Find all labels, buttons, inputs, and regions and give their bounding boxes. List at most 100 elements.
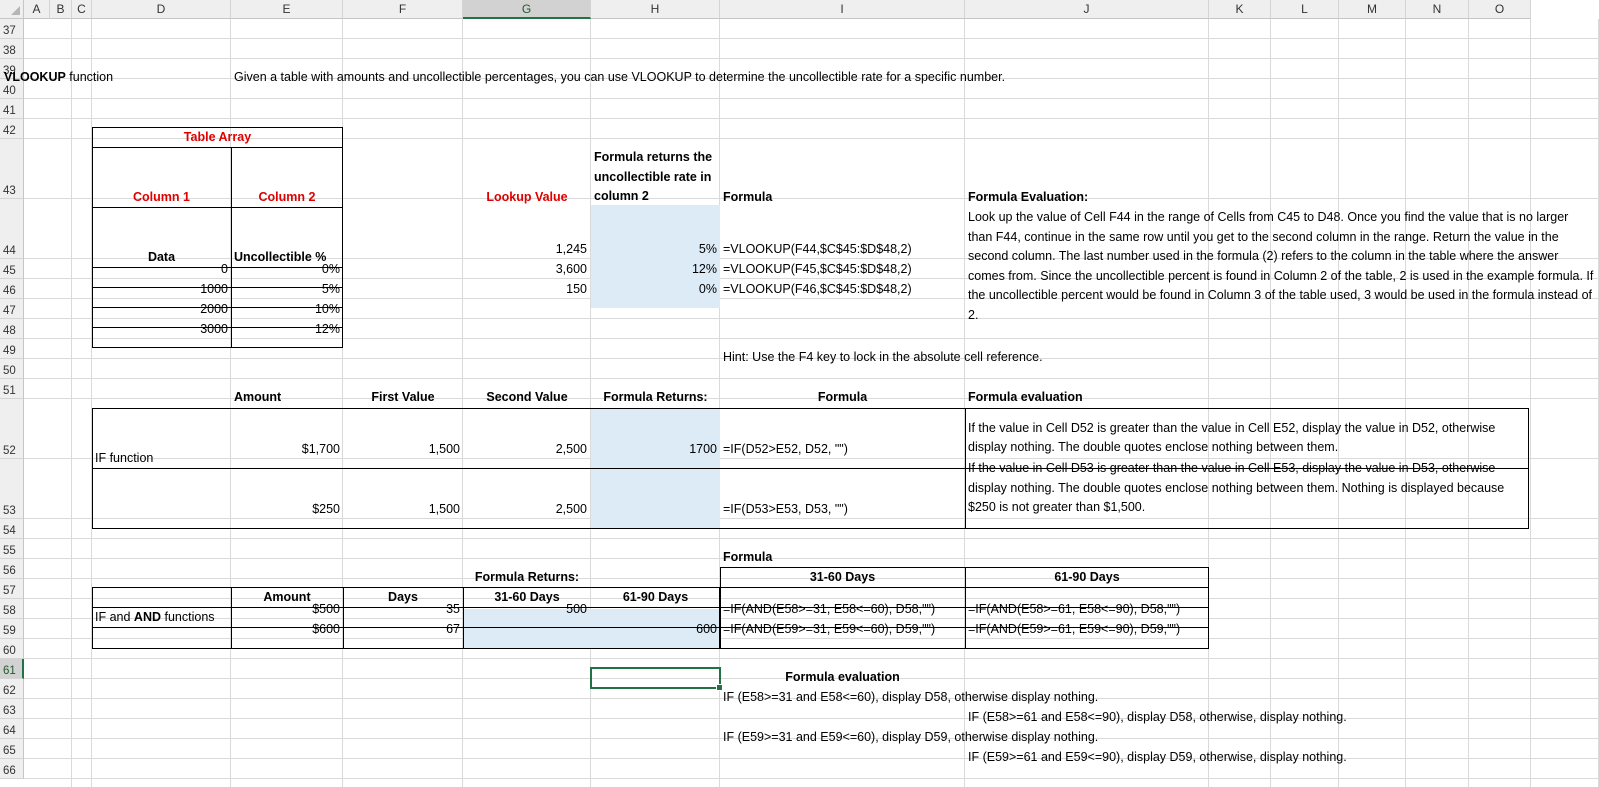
row-header-52[interactable]: 52 — [0, 399, 24, 459]
active-cell-g61[interactable] — [590, 667, 723, 691]
column-header-l[interactable]: L — [1271, 0, 1339, 19]
row-header-66[interactable]: 66 — [0, 759, 24, 779]
row-header-64[interactable]: 64 — [0, 719, 24, 739]
column-header-m[interactable]: M — [1339, 0, 1406, 19]
ifand-formula-label: Formula — [723, 550, 773, 564]
row-header-63[interactable]: 63 — [0, 699, 24, 719]
column-header-f[interactable]: F — [343, 0, 463, 19]
row-header-49[interactable]: 49 — [0, 339, 24, 359]
ifand-evaluation-3: IF (E59>=31 and E59<=60), display D59, o… — [723, 730, 1099, 744]
column-header-k[interactable]: K — [1209, 0, 1271, 19]
if-amount-header: Amount — [234, 390, 282, 404]
row-header-51[interactable]: 51 — [0, 379, 24, 399]
table-array-data-cell: 0 — [221, 262, 228, 276]
if-second-value-cell: 2,500 — [555, 442, 587, 456]
row-header-38[interactable]: 38 — [0, 39, 24, 59]
row-header-37[interactable]: 37 — [0, 19, 24, 39]
table-array-data-cell: 1000 — [200, 282, 228, 296]
if-first-value-cell: 1,500 — [428, 442, 460, 456]
ifand-evaluation-4: IF (E59>=61 and E59<=90), display D59, o… — [968, 750, 1347, 764]
row-header-46[interactable]: 46 — [0, 279, 24, 299]
if-formula-header: Formula — [817, 390, 868, 404]
row-header-65[interactable]: 65 — [0, 739, 24, 759]
ifand-evaluation-label: Formula evaluation — [785, 670, 900, 684]
ifand-label: IF and AND functions — [95, 610, 215, 624]
row-header-44[interactable]: 44 — [0, 199, 24, 259]
column-header-h[interactable]: H — [591, 0, 720, 19]
row-header-42[interactable]: 42 — [0, 119, 24, 139]
lookup-value-cell: 3,600 — [555, 262, 587, 276]
lookup-value-cell: 150 — [566, 282, 587, 296]
table-array-data-cell: 2000 — [200, 302, 228, 316]
row-header-54[interactable]: 54 — [0, 519, 24, 539]
column-header-c[interactable]: C — [72, 0, 92, 19]
row-header-41[interactable]: 41 — [0, 99, 24, 119]
if-first-value-header: First Value — [371, 390, 435, 404]
if-formula-cell: =IF(D52>E52, D52, "") — [723, 442, 848, 456]
row-header-47[interactable]: 47 — [0, 299, 24, 319]
lookup-formula-cell: =VLOOKUP(F44,$C$45:$D$48,2) — [723, 242, 912, 256]
ifand-31-60-formula-cell: =IF(AND(E58>=31, E58<=60), D58,"") — [723, 602, 936, 616]
if-returns-header: Formula Returns: — [603, 390, 708, 404]
row-header-61[interactable]: 61 — [0, 659, 24, 679]
if-second-value-header: Second Value — [486, 390, 568, 404]
vlookup-title: VLOOKUP function — [4, 70, 114, 84]
if-returns-cell: 1700 — [689, 442, 717, 456]
if-amount-cell: $1,700 — [301, 442, 340, 456]
lookup-result-cell: 5% — [698, 242, 717, 256]
column1-label: Column 1 — [133, 190, 190, 204]
if-first-value-cell: 1,500 — [428, 502, 460, 516]
row-header-53[interactable]: 53 — [0, 459, 24, 519]
if-formula-cell: =IF(D53>E53, D53, "") — [723, 502, 848, 516]
column-header-j[interactable]: J — [965, 0, 1209, 19]
lookup-result-cell: 0% — [698, 282, 717, 296]
ifand-returns-label: Formula Returns: — [474, 570, 580, 584]
column-header-b[interactable]: B — [50, 0, 72, 19]
row-header-58[interactable]: 58 — [0, 599, 24, 619]
table-array-pct-cell: 5% — [321, 282, 340, 296]
ifand-61-90-result-cell: 600 — [696, 622, 717, 636]
row-header-48[interactable]: 48 — [0, 319, 24, 339]
column-header-a[interactable]: A — [24, 0, 50, 19]
row-header-43[interactable]: 43 — [0, 139, 24, 199]
ifand-61-90-formula-cell: =IF(AND(E58>=61, E58<=90), D58,"") — [968, 602, 1181, 616]
row-header-59[interactable]: 59 — [0, 619, 24, 639]
formula-returns-label: Formula returns the uncollectible rate i… — [594, 150, 713, 204]
lookup-result-cell: 12% — [691, 262, 717, 276]
lookup-value-label: Lookup Value — [486, 190, 568, 204]
table-array-pct-cell: 10% — [314, 302, 340, 316]
formula-evaluation-label: Formula Evaluation: — [968, 190, 1089, 204]
row-header-57[interactable]: 57 — [0, 579, 24, 599]
ifand-amount-cell: $600 — [312, 622, 340, 636]
vlookup-formula-label: Formula — [723, 190, 773, 204]
spreadsheet-grid[interactable]: ABCDEFGHIJKLMNO 37 38 39 40 41 42 43 44 45 46 47 48… — [0, 0, 1599, 787]
table-array-label: Table Array — [183, 130, 252, 144]
lookup-value-cell: 1,245 — [555, 242, 587, 256]
column-header-d[interactable]: D — [92, 0, 231, 19]
ifand-31-60-formula-header: 31-60 Days — [809, 570, 876, 584]
ifand-31-60-formula-cell: =IF(AND(E59>=31, E59<=60), D59,"") — [723, 622, 936, 636]
table-array-data-cell: 3000 — [200, 322, 228, 336]
hint-text: Hint: Use the F4 key to lock in the abso… — [723, 350, 1043, 364]
select-all-corner[interactable] — [0, 0, 24, 19]
row-header-60[interactable]: 60 — [0, 639, 24, 659]
ifand-61-90-formula-cell: =IF(AND(E59>=61, E59<=90), D59,"") — [968, 622, 1181, 636]
ifand-31-60-result-cell: 500 — [566, 602, 587, 616]
row-header-45[interactable]: 45 — [0, 259, 24, 279]
row-header-62[interactable]: 62 — [0, 679, 24, 699]
ifand-days-cell: 35 — [446, 602, 460, 616]
vlookup-evaluation-text: Look up the value of Cell F44 in the ran… — [968, 210, 1594, 322]
row-header-56[interactable]: 56 — [0, 559, 24, 579]
column-header-e[interactable]: E — [231, 0, 343, 19]
column-header-i[interactable]: I — [720, 0, 965, 19]
row-header-55[interactable]: 55 — [0, 539, 24, 559]
column-header-o[interactable]: O — [1469, 0, 1531, 19]
ifand-evaluation-2: IF (E58>=61 and E58<=90), display D58, o… — [968, 710, 1347, 724]
column-header-n[interactable]: N — [1406, 0, 1469, 19]
if-second-value-cell: 2,500 — [555, 502, 587, 516]
if-amount-cell: $250 — [312, 502, 340, 516]
row-header-50[interactable]: 50 — [0, 359, 24, 379]
column-header-g[interactable]: G — [463, 0, 591, 19]
table-array-pct-cell: 12% — [314, 322, 340, 336]
ifand-evaluation-1: IF (E58>=31 and E58<=60), display D58, o… — [723, 690, 1099, 704]
